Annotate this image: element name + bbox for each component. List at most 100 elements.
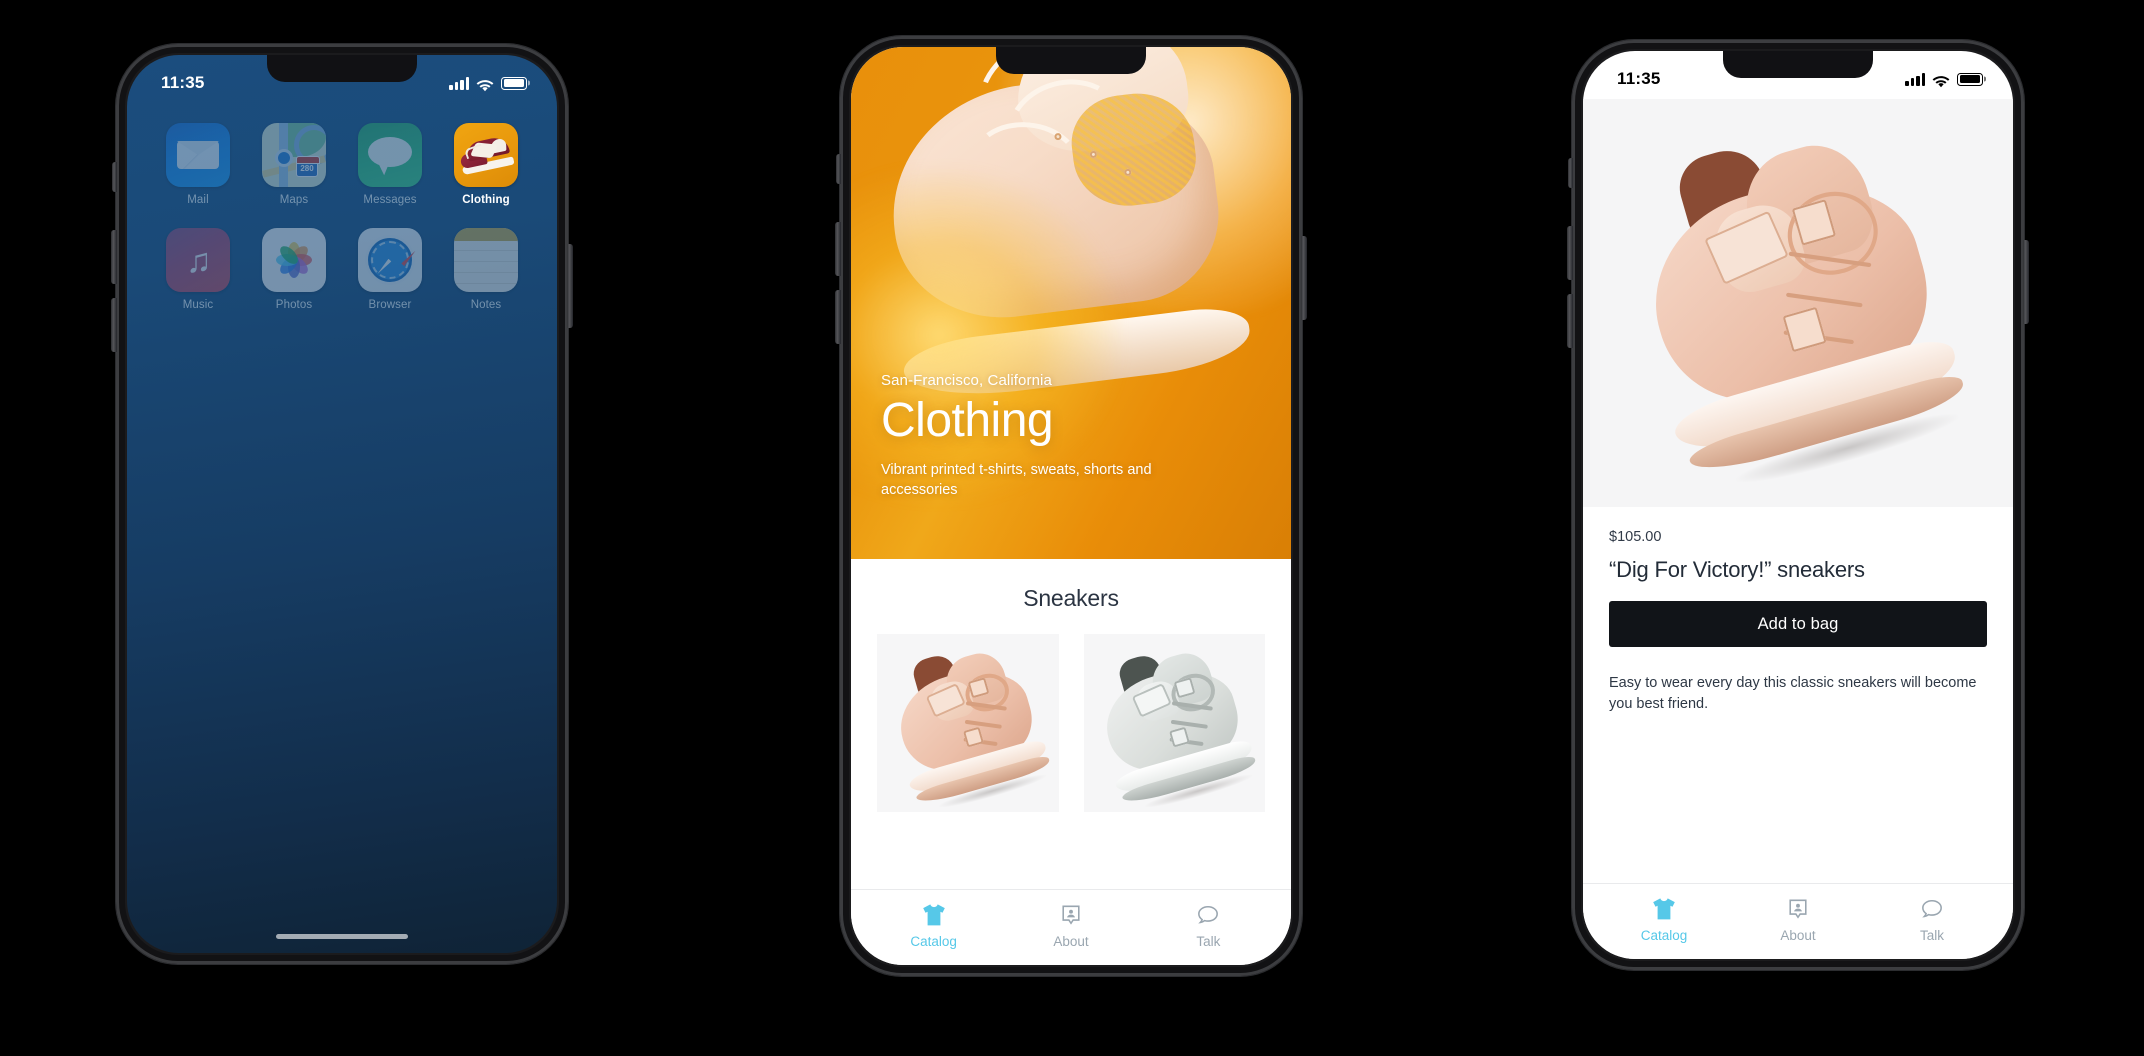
clothing-app-icon — [454, 123, 518, 187]
tab-talk[interactable]: Talk — [1866, 897, 1999, 943]
power-button[interactable] — [2023, 240, 2029, 324]
app-label: Browser — [368, 299, 412, 311]
home-indicator[interactable] — [276, 933, 408, 939]
device-notch — [996, 47, 1146, 74]
hero-subtitle: Vibrant printed t-shirts, sweats, shorts… — [881, 461, 1152, 499]
battery-icon — [501, 76, 527, 90]
hero-banner[interactable]: 11:35 San-Francisco, California Clothing — [851, 47, 1291, 559]
phone3-screen: 11:35 $105.00 “Dig For Victory!” sneaker… — [1583, 51, 2013, 959]
volume-up-button[interactable] — [111, 230, 117, 284]
tab-about[interactable]: About — [1003, 903, 1139, 949]
status-indicators — [1905, 72, 1983, 87]
notes-icon — [454, 228, 518, 292]
app-icon-grid: Mail 280 Maps Messages Clothing ♫ Music … — [127, 103, 557, 311]
battery-icon — [1957, 72, 1983, 86]
power-button[interactable] — [1301, 236, 1307, 320]
tab-label: About — [1053, 934, 1089, 949]
status-time: 11:35 — [1617, 69, 1661, 88]
product-price: $105.00 — [1609, 529, 1662, 545]
sneakers-section: Sneakers — [851, 559, 1291, 889]
volume-down-button[interactable] — [835, 290, 841, 344]
volume-up-button[interactable] — [1567, 226, 1573, 280]
product-card[interactable] — [1083, 634, 1266, 812]
phone2-screen: 11:35 San-Francisco, California Clothing — [851, 47, 1291, 965]
add-to-bag-button[interactable]: Add to bag — [1609, 601, 1987, 647]
music-note-icon: ♫ — [166, 228, 230, 292]
app-icon-browser[interactable]: Browser — [347, 228, 433, 311]
phone-device-product-detail: 11:35 $105.00 “Dig For Victory!” sneaker… — [1567, 40, 2029, 970]
tab-label: Catalog — [910, 934, 957, 949]
speech-bubble-icon — [1196, 903, 1220, 927]
app-icon-maps[interactable]: 280 Maps — [251, 123, 337, 206]
tab-talk[interactable]: Talk — [1140, 903, 1276, 949]
safari-compass-icon — [358, 228, 422, 292]
bottom-tab-bar-phone2: Catalog About Talk — [851, 889, 1291, 965]
status-indicators — [449, 76, 527, 91]
volume-down-button[interactable] — [1567, 294, 1573, 348]
tab-catalog[interactable]: Catalog — [1598, 897, 1731, 943]
volume-down-button[interactable] — [111, 298, 117, 352]
power-button[interactable] — [567, 244, 573, 328]
tab-label: Talk — [1196, 934, 1221, 949]
app-label: Clothing — [462, 194, 510, 206]
wifi-icon — [476, 77, 494, 91]
app-label: Music — [182, 299, 214, 311]
pink-sneaker-photo — [1600, 104, 1996, 495]
mute-switch[interactable] — [1568, 158, 1573, 188]
contact-card-icon — [1060, 903, 1082, 927]
screenshot-stage: 11:35 Mail 280 Maps Messages Clothing ♫ … — [0, 0, 2144, 1056]
messages-icon — [358, 123, 422, 187]
phone1-screen: 11:35 Mail 280 Maps Messages Clothing ♫ … — [127, 55, 557, 953]
mute-switch[interactable] — [112, 162, 117, 192]
pink-sneaker-photo — [877, 634, 1059, 812]
bottom-tab-bar-phone3: Catalog About Talk — [1583, 883, 2013, 959]
home-indicator-area — [127, 919, 557, 953]
app-icon-messages[interactable]: Messages — [347, 123, 433, 206]
app-label: Photos — [275, 299, 313, 311]
app-label: Maps — [279, 194, 309, 206]
product-title: “Dig For Victory!” sneakers — [1609, 557, 1865, 582]
contact-card-icon — [1787, 897, 1809, 921]
device-notch — [267, 55, 417, 82]
app-label: Mail — [187, 194, 209, 206]
tab-catalog[interactable]: Catalog — [866, 903, 1002, 949]
tab-label: Talk — [1919, 928, 1944, 943]
wifi-icon — [1932, 73, 1950, 87]
product-detail-screen: 11:35 $105.00 “Dig For Victory!” sneaker… — [1583, 51, 2013, 959]
status-time: 11:35 — [161, 73, 205, 92]
tshirt-icon — [1651, 897, 1677, 921]
product-grid — [877, 634, 1265, 812]
app-icon-notes[interactable]: Notes — [443, 228, 529, 311]
tab-about[interactable]: About — [1732, 897, 1865, 943]
photos-flower-icon — [262, 228, 326, 292]
phone-device-catalog: 11:35 San-Francisco, California Clothing — [835, 36, 1307, 976]
phone-device-home-screen: 11:35 Mail 280 Maps Messages Clothing ♫ … — [111, 44, 573, 964]
app-label: Notes — [470, 299, 502, 311]
app-icon-photos[interactable]: Photos — [251, 228, 337, 311]
product-card[interactable] — [877, 634, 1059, 812]
signal-bars-icon — [449, 76, 469, 90]
home-screen-wallpaper: 11:35 Mail 280 Maps Messages Clothing ♫ … — [127, 55, 557, 953]
tshirt-icon — [921, 903, 947, 927]
hero-text-block: San-Francisco, California Clothing Vibra… — [851, 372, 1291, 501]
tab-label: Catalog — [1640, 928, 1688, 943]
grey-sneaker-photo — [1084, 634, 1266, 812]
app-icon-mail[interactable]: Mail — [155, 123, 241, 206]
app-icon-music[interactable]: ♫ Music — [155, 228, 241, 311]
highway-badge: 280 — [295, 156, 320, 177]
catalog-screen: 11:35 San-Francisco, California Clothing — [851, 47, 1291, 965]
device-notch — [1723, 51, 1873, 78]
volume-up-button[interactable] — [835, 222, 841, 276]
maps-icon: 280 — [262, 123, 326, 187]
product-info: $105.00 “Dig For Victory!” sneakers Add … — [1583, 507, 2013, 883]
product-hero-image[interactable] — [1583, 99, 2013, 507]
mail-icon — [166, 123, 230, 187]
app-label: Messages — [363, 194, 417, 206]
app-icon-clothing[interactable]: Clothing — [443, 123, 529, 206]
signal-bars-icon — [1905, 72, 1925, 86]
product-description: Easy to wear every day this classic snea… — [1609, 675, 1977, 713]
mute-switch[interactable] — [836, 154, 841, 184]
tab-label: About — [1780, 928, 1816, 943]
speech-bubble-icon — [1920, 897, 1944, 921]
section-title: Sneakers — [1023, 585, 1119, 611]
